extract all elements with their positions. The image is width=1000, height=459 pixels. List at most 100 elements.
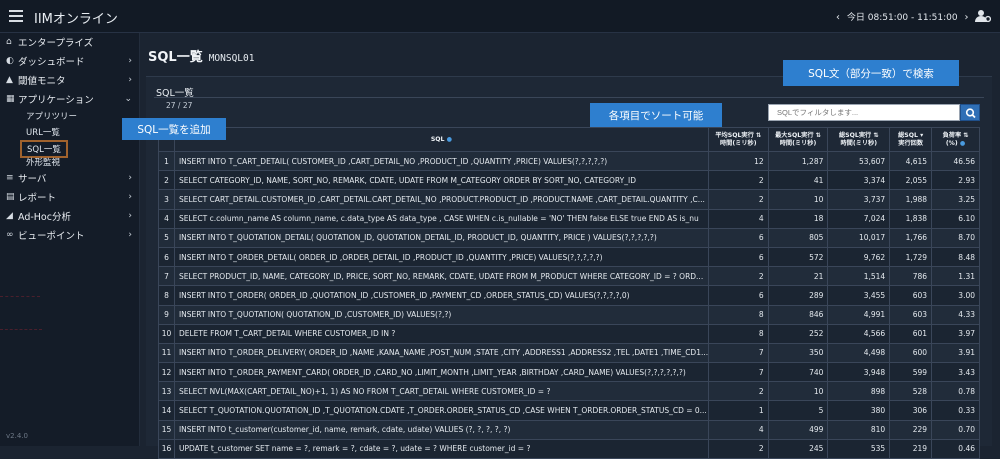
sidebar-item-dashboard[interactable]: ◐ ダッシュボード › <box>0 52 140 70</box>
sidebar-subitem-app-tree[interactable]: アプリツリー <box>26 110 77 122</box>
cell-total-time: 10,017 <box>827 227 891 248</box>
sidebar-item-threshold-monitor[interactable]: ▲ 閾値モニタ › <box>0 71 140 89</box>
chart-icon: ◢ <box>6 211 13 221</box>
cell-max-time: 1,287 <box>767 150 829 172</box>
cell-total-time: 4,566 <box>827 323 891 344</box>
cell-avg-time: 7 <box>707 362 769 383</box>
sidebar-item-application[interactable]: ▦ アプリケーション ⌄ <box>0 90 140 108</box>
cell-run-count: 603 <box>889 304 933 325</box>
user-settings-icon[interactable] <box>975 9 991 23</box>
column-header-max-time[interactable]: 最大SQL実行 ⇅ 時間(ミリ秒) <box>767 127 829 152</box>
cell-load-rate: 1.31 <box>931 266 980 287</box>
table-row[interactable]: 5 INSERT INTO T_QUOTATION_DETAIL( QUOTATI… <box>158 227 980 248</box>
search-icon <box>965 108 976 119</box>
version-label: v2.4.0 <box>6 432 28 440</box>
cell-total-time: 535 <box>827 438 891 459</box>
cell-row-index: 15 <box>158 419 175 440</box>
cell-avg-time: 1 <box>707 400 769 421</box>
column-header-load-rate[interactable]: 負荷率 ⇅ (%) ● <box>931 127 980 152</box>
table-row[interactable]: 4 SELECT c.column_name AS column_name, c.… <box>158 208 980 229</box>
callout-search: SQL文（部分一致）で検索 <box>783 60 959 86</box>
table-row[interactable]: 11 INSERT INTO T_ORDER_DELIVERY( ORDER_ID… <box>158 342 980 364</box>
hamburger-menu-icon[interactable] <box>9 10 23 22</box>
cell-sql-text: SELECT CART_DETAIL.CUSTOMER_ID ,CART_DET… <box>173 189 709 210</box>
cell-avg-time: 6 <box>707 246 769 268</box>
home-icon: ⌂ <box>6 37 12 47</box>
cell-row-index: 4 <box>158 208 175 229</box>
next-range-icon[interactable]: › <box>960 12 972 23</box>
cell-load-rate: 0.33 <box>931 400 980 421</box>
callout-add-sql-list: SQL一覧を追加 <box>122 118 226 140</box>
cell-load-rate: 2.93 <box>931 170 980 191</box>
sidebar-item-report[interactable]: ▤ レポート › <box>0 188 140 206</box>
cell-avg-time: 4 <box>707 419 769 440</box>
cell-max-time: 805 <box>767 227 829 248</box>
cell-total-time: 898 <box>827 381 891 402</box>
top-bar: IIMオンライン ‹ 今日 08:51:00 - 11:51:00 › <box>0 0 1000 33</box>
cell-row-index: 1 <box>158 150 175 172</box>
cell-total-time: 1,514 <box>827 266 891 287</box>
table-body: 1 INSERT INTO T_CART_DETAIL( CUSTOMER_ID … <box>158 150 980 459</box>
table-row[interactable]: 7 SELECT PRODUCT_ID, NAME, CATEGORY_ID, P… <box>158 266 980 287</box>
table-row[interactable]: 12 INSERT INTO T_ORDER_PAYMENT_CARD( ORDE… <box>158 362 980 383</box>
cell-sql-text: INSERT INTO T_QUOTATION_DETAIL( QUOTATIO… <box>173 227 709 248</box>
cell-total-time: 3,948 <box>827 362 891 383</box>
table-row[interactable]: 14 SELECT T_QUOTATION.QUOTATION_ID ,T_QUO… <box>158 400 980 421</box>
cell-max-time: 18 <box>767 208 829 229</box>
cell-sql-text: INSERT INTO T_CART_DETAIL( CUSTOMER_ID ,… <box>173 150 709 172</box>
divider <box>0 329 42 330</box>
cell-load-rate: 4.33 <box>931 304 980 325</box>
sql-filter-input[interactable] <box>768 104 960 121</box>
table-row[interactable]: 1 INSERT INTO T_CART_DETAIL( CUSTOMER_ID … <box>158 150 980 172</box>
column-header-avg-time[interactable]: 平均SQL実行 ⇅ 時間(ミリ秒) <box>707 127 769 152</box>
column-header-sql[interactable]: SQL ● <box>173 127 709 152</box>
search-button[interactable] <box>960 104 980 121</box>
app-brand[interactable]: IIMオンライン <box>34 8 118 27</box>
cell-row-index: 6 <box>158 246 175 268</box>
cell-total-time: 3,374 <box>827 170 891 191</box>
column-header-total-time[interactable]: 総SQL実行 ⇅ 時間(ミリ秒) <box>827 127 891 152</box>
time-range-control[interactable]: ‹ 今日 08:51:00 - 11:51:00 › <box>832 10 972 23</box>
cell-sql-text: INSERT INTO T_ORDER_PAYMENT_CARD( ORDER_… <box>173 362 709 383</box>
binoculars-icon: ∞ <box>6 230 14 240</box>
table-row[interactable]: 6 INSERT INTO T_ORDER_DETAIL( ORDER_ID ,O… <box>158 246 980 268</box>
table-row[interactable]: 2 SELECT CATEGORY_ID, NAME, SORT_NO, REMA… <box>158 170 980 191</box>
cell-run-count: 306 <box>889 400 933 421</box>
table-row[interactable]: 16 UPDATE t_customer SET name = ?, remark… <box>158 438 980 459</box>
sidebar-subitem-url-list[interactable]: URL一覧 <box>26 126 60 138</box>
sidebar-item-enterprise[interactable]: ⌂ エンタープライズ <box>0 33 140 51</box>
cell-run-count: 1,988 <box>889 189 933 210</box>
info-icon: ● <box>446 135 453 143</box>
cell-sql-text: INSERT INTO T_QUOTATION( QUOTATION_ID ,C… <box>173 304 709 325</box>
cell-load-rate: 46.56 <box>931 150 980 172</box>
cell-run-count: 601 <box>889 323 933 344</box>
cell-avg-time: 2 <box>707 170 769 191</box>
cell-max-time: 572 <box>767 246 829 268</box>
table-row[interactable]: 10 DELETE FROM T_CART_DETAIL WHERE CUSTOM… <box>158 323 980 344</box>
cell-row-index: 7 <box>158 266 175 287</box>
cell-sql-text: UPDATE t_customer SET name = ?, remark =… <box>173 438 709 459</box>
table-row[interactable]: 3 SELECT CART_DETAIL.CUSTOMER_ID ,CART_DE… <box>158 189 980 210</box>
sidebar-item-viewpoint[interactable]: ∞ ビューポイント › <box>0 226 140 244</box>
cell-max-time: 740 <box>767 362 829 383</box>
cell-max-time: 252 <box>767 323 829 344</box>
cell-total-time: 4,991 <box>827 304 891 325</box>
table-row[interactable]: 9 INSERT INTO T_QUOTATION( QUOTATION_ID ,… <box>158 304 980 325</box>
cell-run-count: 2,055 <box>889 170 933 191</box>
cell-load-rate: 0.46 <box>931 438 980 459</box>
cell-max-time: 10 <box>767 189 829 210</box>
sidebar-item-adhoc-analysis[interactable]: ◢ Ad-Hoc分析 › <box>0 207 140 225</box>
cell-run-count: 1,729 <box>889 246 933 268</box>
sidebar-subitem-external-monitoring[interactable]: 外形監視 <box>26 156 60 168</box>
chevron-right-icon: › <box>128 56 132 66</box>
prev-range-icon[interactable]: ‹ <box>832 12 844 23</box>
cell-avg-time: 7 <box>707 342 769 364</box>
column-header-run-count[interactable]: 総SQL ▾ 実行回数 <box>889 127 933 152</box>
table-row[interactable]: 13 SELECT NVL(MAX(CART_DETAIL_NO)+1, 1) A… <box>158 381 980 402</box>
cell-load-rate: 3.91 <box>931 342 980 364</box>
table-row[interactable]: 8 INSERT INTO T_ORDER( ORDER_ID ,QUOTATIO… <box>158 285 980 306</box>
table-row[interactable]: 15 INSERT INTO t_customer(customer_id, na… <box>158 419 980 440</box>
cell-avg-time: 6 <box>707 227 769 248</box>
cell-row-index: 5 <box>158 227 175 248</box>
sidebar-item-server[interactable]: ≡ サーバ › <box>0 169 140 187</box>
